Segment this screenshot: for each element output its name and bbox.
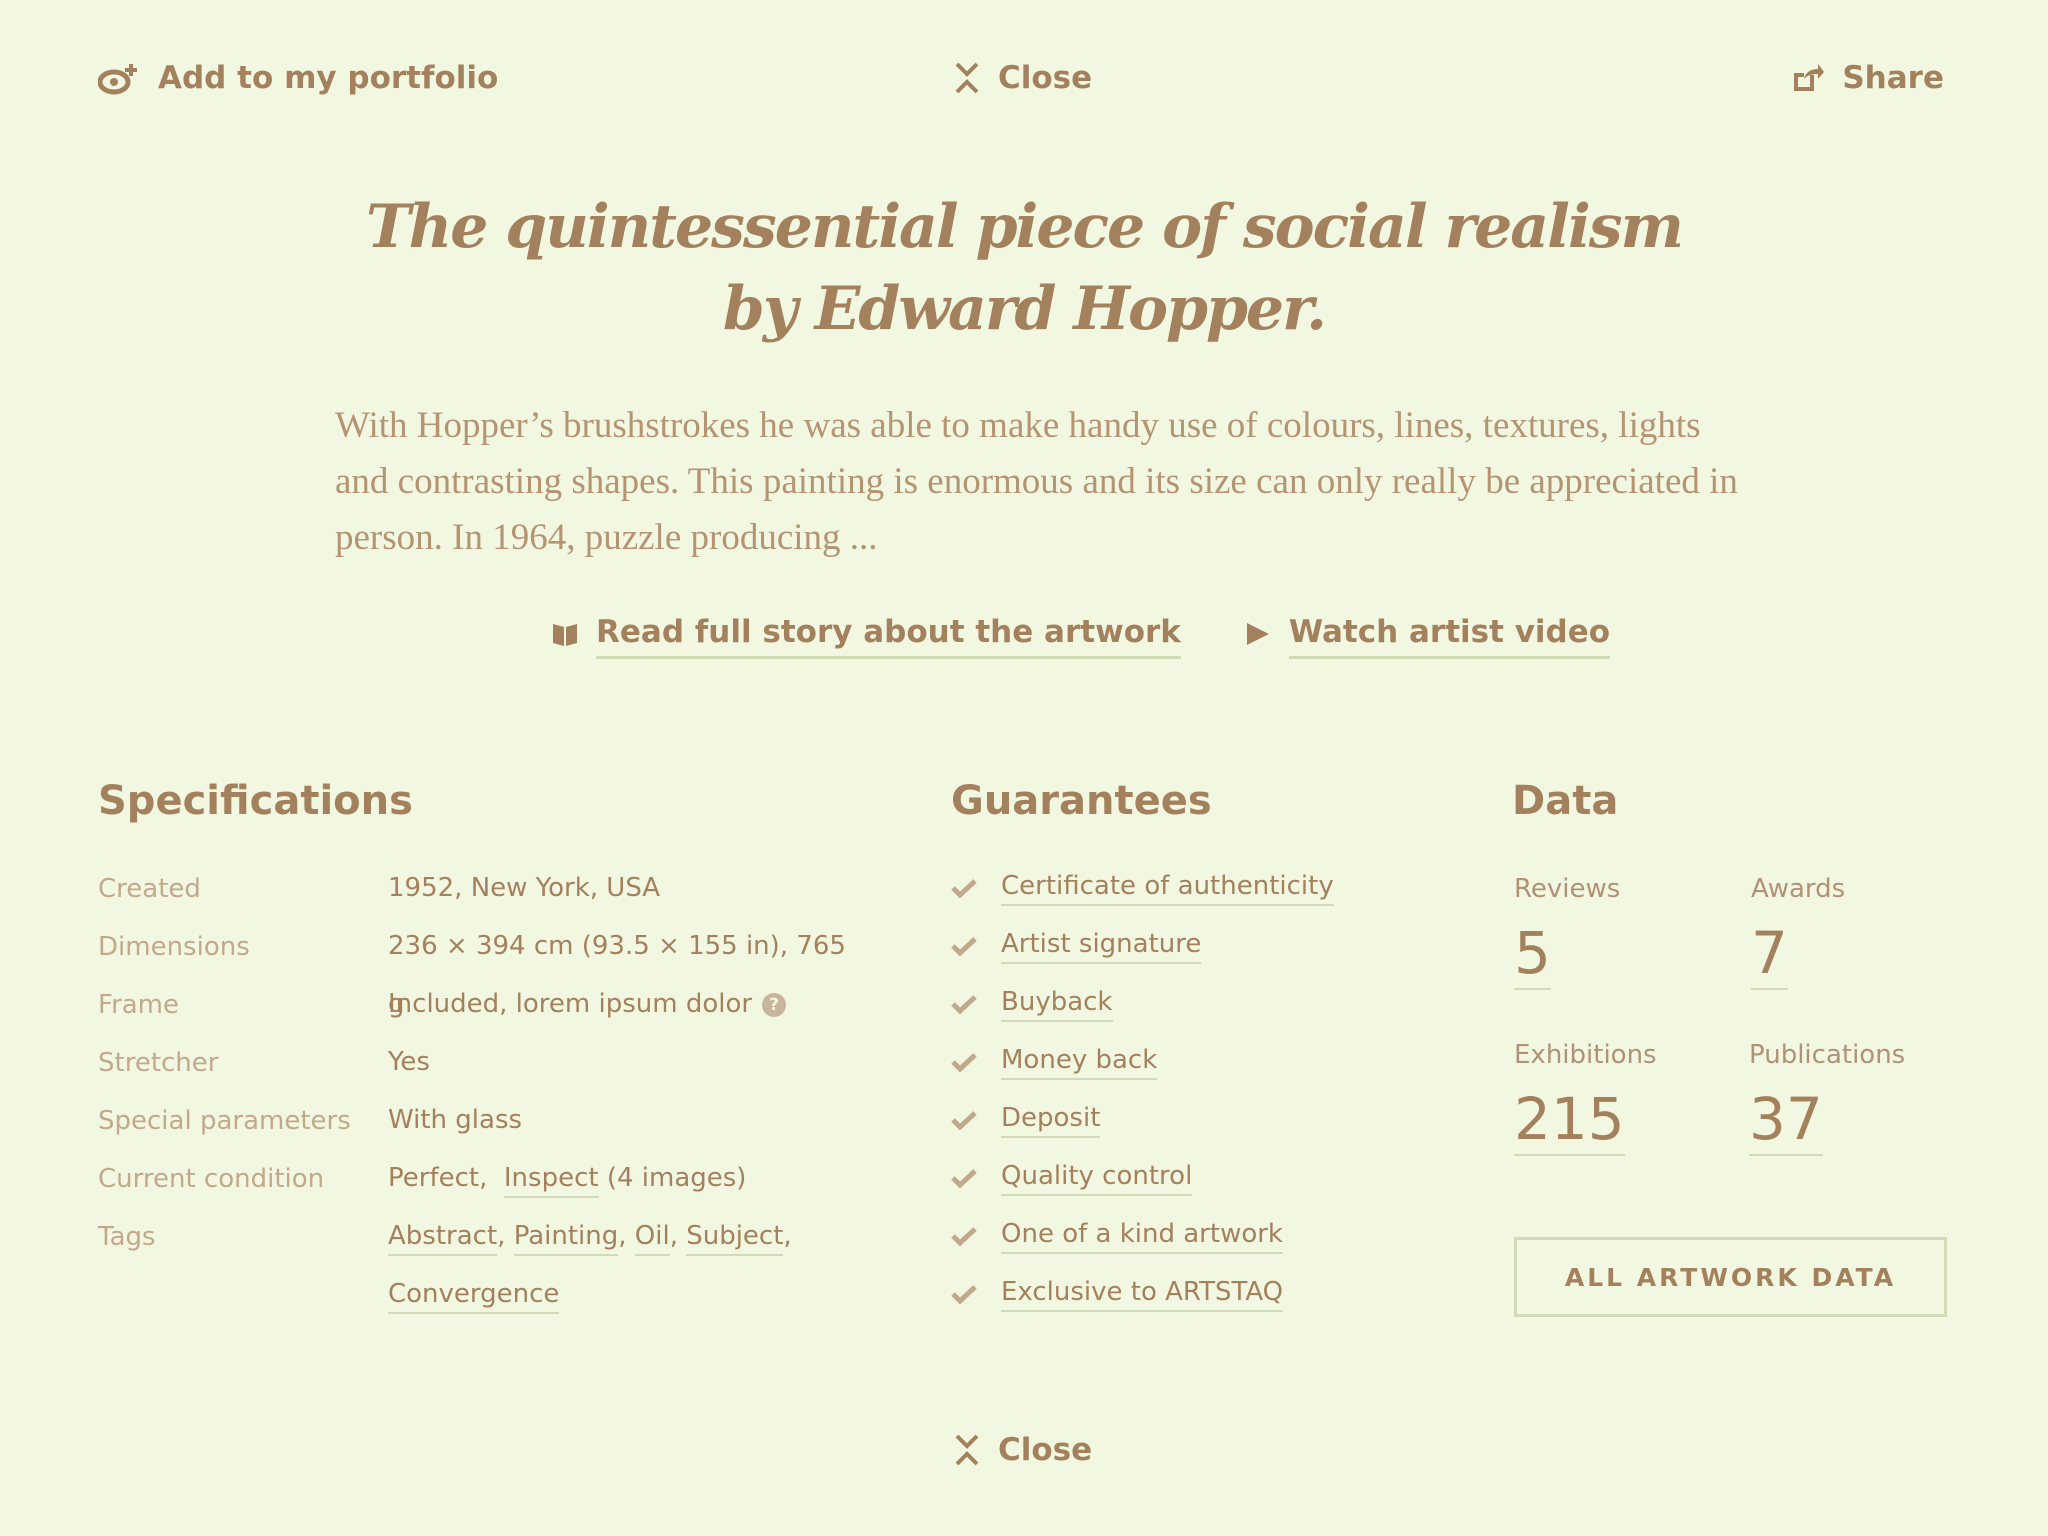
check-icon [951,1168,977,1188]
watch-artist-video-label: Watch artist video [1288,614,1611,659]
tag-link[interactable]: Convergence [388,1279,560,1314]
guarantee-item: One of a kind artwork [951,1207,1334,1265]
guarantee-item: Money back [951,1033,1334,1091]
tag-list: Abstract, Painting, Oil, Subject, Conver… [388,1207,858,1323]
spec-label: Stretcher [98,1048,219,1078]
stat-reviews: Reviews 5 [1514,874,1620,990]
stat-exhibitions: Exhibitions 215 [1514,1040,1657,1156]
guarantees-list: Certificate of authenticity Artist signa… [951,871,1334,1338]
guarantee-link[interactable]: Exclusive to ARTSTAQ [1001,1277,1284,1312]
close-button-bottom[interactable]: Close [954,1432,1092,1468]
inspect-link[interactable]: Inspect [503,1163,599,1198]
stat-value-link[interactable]: 215 [1514,1088,1625,1156]
guarantee-item: Artist signature [951,917,1334,975]
guarantee-item: Certificate of authenticity [951,859,1334,917]
spec-label: Current condition [98,1164,325,1194]
top-toolbar: Add to my portfolio Close Share [0,54,2048,108]
tag-link[interactable]: Oil [634,1221,670,1256]
add-to-portfolio-button[interactable]: Add to my portfolio [98,60,498,96]
read-full-story-label: Read full story about the artwork [596,614,1181,659]
inspect-image-count: (4 images) [606,1163,747,1193]
watch-artist-video-link[interactable]: Watch artist video [1245,614,1611,659]
share-label: Share [1842,60,1944,96]
headline-line-1: The quintessential piece of social reali… [365,192,1684,262]
guarantee-link[interactable]: Certificate of authenticity [1001,871,1334,906]
artwork-headline: The quintessential piece of social reali… [0,186,2048,350]
guarantee-link[interactable]: Quality control [1001,1161,1193,1196]
guarantee-link[interactable]: Money back [1001,1045,1158,1080]
tag-link[interactable]: Painting [513,1221,619,1256]
stat-label: Reviews [1514,874,1621,904]
stat-label: Publications [1749,1040,1906,1070]
guarantee-item: Deposit [951,1091,1334,1149]
specifications-title: Specifications [98,778,413,824]
tag-link[interactable]: Subject [686,1221,784,1256]
collapse-close-icon [954,1433,980,1467]
spec-value-frame: Included, lorem ipsum dolor? [388,975,858,1033]
check-icon [951,1110,977,1130]
stat-publications: Publications 37 [1749,1040,1905,1156]
guarantee-link[interactable]: Artist signature [1001,929,1202,964]
stat-value-link[interactable]: 37 [1749,1088,1823,1156]
data-title: Data [1512,778,1619,824]
all-artwork-data-button[interactable]: All artwork data [1514,1237,1947,1317]
guarantee-link[interactable]: One of a kind artwork [1001,1219,1283,1254]
guarantee-item: Quality control [951,1149,1334,1207]
spec-value: Yes [388,1047,430,1077]
play-icon [1245,619,1271,655]
close-button-top[interactable]: Close [954,60,1092,96]
add-to-portfolio-icon [98,60,140,96]
add-to-portfolio-label: Add to my portfolio [158,60,499,96]
spec-label: Tags [98,1222,156,1252]
guarantee-link[interactable]: Buyback [1001,987,1113,1022]
guarantee-link[interactable]: Deposit [1001,1103,1101,1138]
condition-text: Perfect, [388,1163,488,1193]
book-icon [552,619,578,655]
stat-label: Exhibitions [1514,1040,1657,1070]
question-icon[interactable]: ? [762,992,787,1017]
guarantee-item: Buyback [951,975,1334,1033]
stat-value-link[interactable]: 7 [1751,922,1788,990]
stat-awards: Awards 7 [1751,874,1845,990]
specifications-table: Created 1952, New York, USA Dimensions 2… [98,873,858,1338]
spec-value-condition: Perfect, Inspect (4 images) [388,1149,858,1207]
story-links: Read full story about the artwork Watch … [552,614,1611,659]
spec-label: Dimensions [98,932,250,962]
check-icon [951,878,977,898]
artwork-story-excerpt: With Hopper’s brushstrokes he was able t… [335,405,1738,558]
share-button[interactable]: Share [1790,60,1944,96]
check-icon [951,936,977,956]
stat-value-link[interactable]: 5 [1514,922,1551,990]
check-icon [951,1052,977,1072]
spec-label: Special parameters [98,1106,351,1136]
check-icon [951,1226,977,1246]
spec-label: Frame [98,990,180,1020]
close-label: Close [998,1432,1093,1468]
spec-label: Created [98,874,201,904]
spec-value-text: Included, lorem ipsum dolor [388,989,753,1019]
spec-row-tags: Tags Abstract, Painting, Oil, Subject, C… [98,1221,858,1338]
share-icon [1790,63,1825,93]
close-label: Close [998,60,1093,96]
headline-line-2: by Edward Hopper. [722,274,1327,344]
guarantee-item: Exclusive to ARTSTAQ [951,1265,1334,1323]
tag-link[interactable]: Abstract [388,1221,498,1256]
read-full-story-link[interactable]: Read full story about the artwork [552,614,1181,659]
guarantees-title: Guarantees [951,778,1212,824]
spec-value: With glass [388,1105,523,1135]
spec-value: 1952, New York, USA [388,873,661,903]
check-icon [951,1284,977,1304]
stat-label: Awards [1751,874,1846,904]
check-icon [951,994,977,1014]
collapse-close-icon [954,61,980,95]
